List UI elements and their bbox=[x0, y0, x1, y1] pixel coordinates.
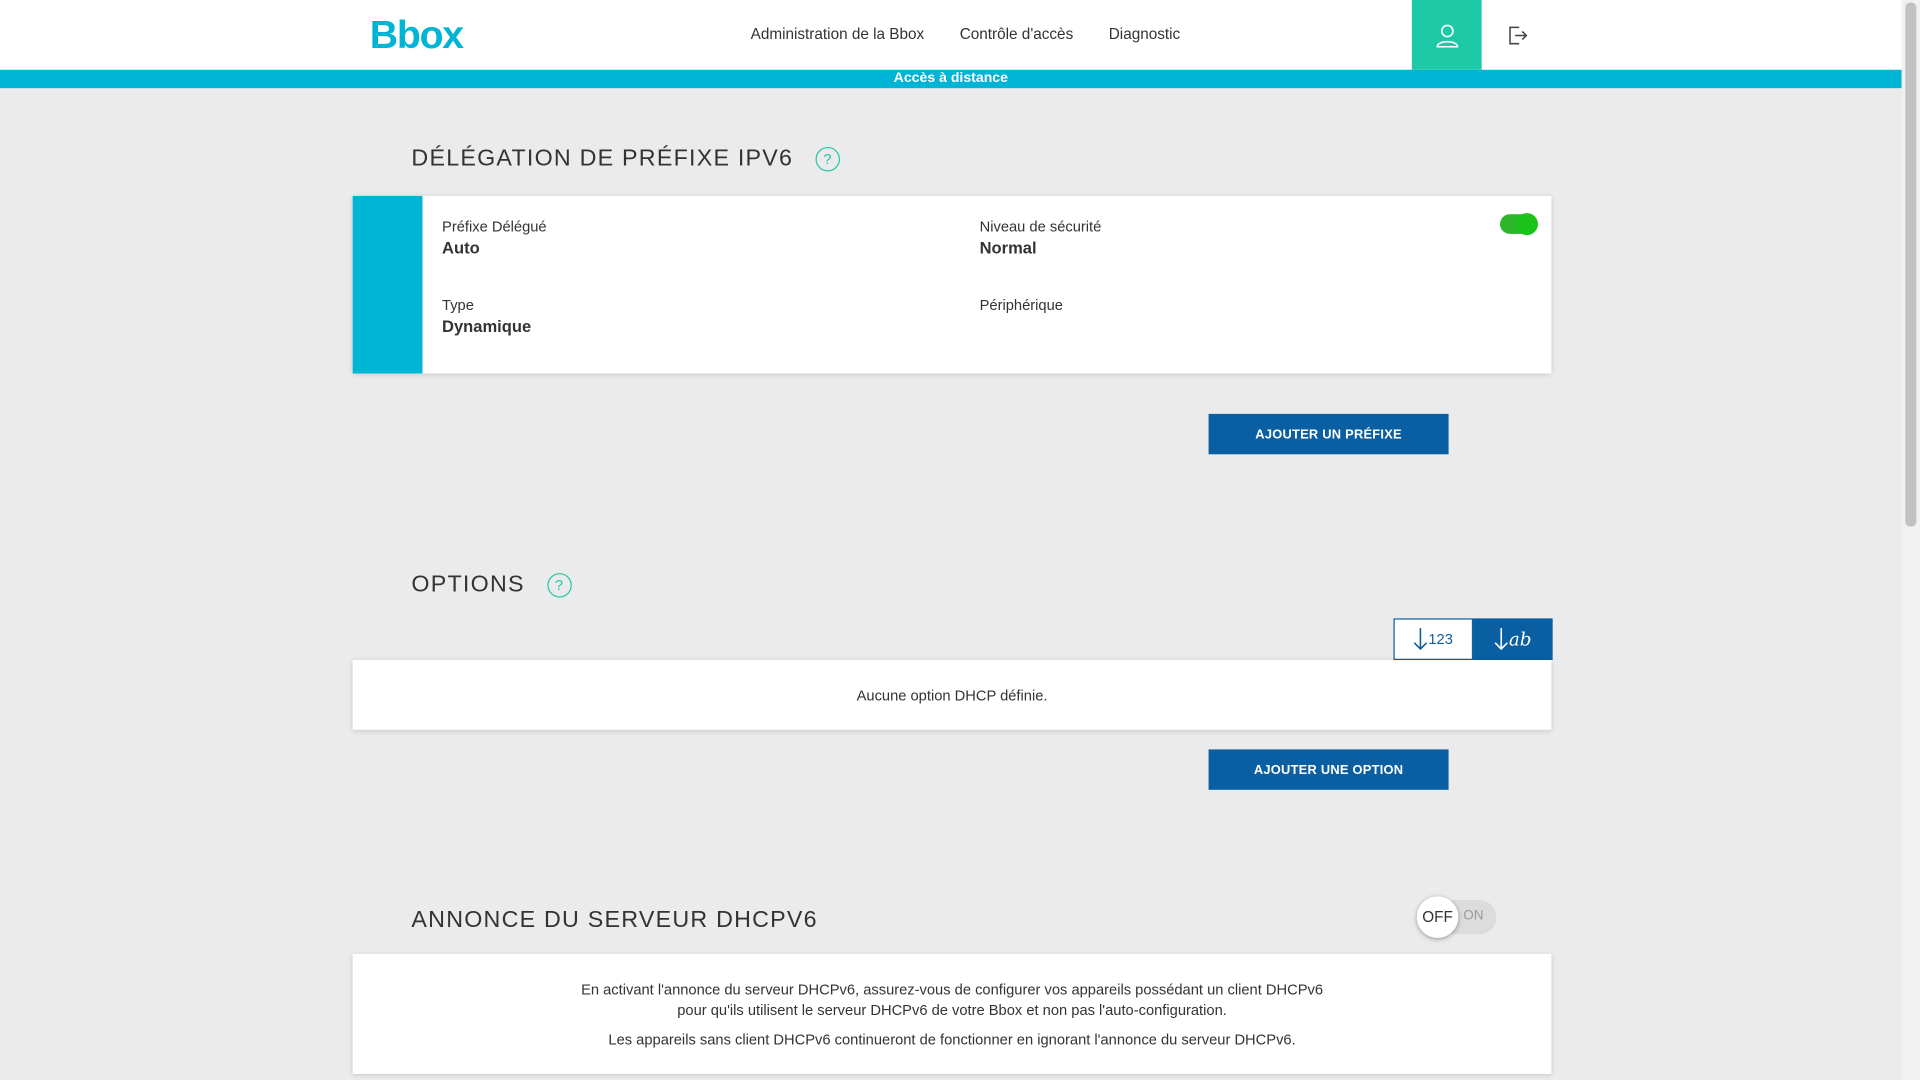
nav-access-control[interactable]: Contrôle d'accès bbox=[960, 26, 1074, 43]
remote-access-banner[interactable]: Accès à distance bbox=[0, 69, 1902, 89]
options-title: OPTIONS ? bbox=[411, 571, 572, 599]
bbox-logo[interactable]: Bbox bbox=[370, 12, 464, 57]
logout-icon bbox=[1508, 25, 1527, 44]
no-options-message: Aucune option DHCP définie. bbox=[856, 686, 1048, 704]
type-value: Dynamique bbox=[442, 317, 532, 336]
sort-down-arrow-icon bbox=[1414, 628, 1428, 651]
type-label: Type bbox=[442, 296, 474, 314]
delegation-title-text: DÉLÉGATION DE PRÉFIXE IPV6 bbox=[411, 145, 794, 172]
dhcp-title: ANNONCE DU SERVEUR DHCPV6 bbox=[411, 907, 817, 934]
page-scrollbar[interactable] bbox=[1901, 0, 1920, 1080]
options-title-text: OPTIONS bbox=[411, 571, 525, 598]
sort-numeric-button[interactable]: 123 bbox=[1393, 618, 1474, 661]
type-field: Type Dynamique bbox=[442, 296, 531, 335]
security-value: Normal bbox=[979, 238, 1037, 258]
security-field: Niveau de sécurité Normal bbox=[980, 218, 1102, 257]
sort-alpha-button[interactable]: ab bbox=[1473, 618, 1553, 661]
user-icon bbox=[1435, 24, 1458, 47]
options-card: Aucune option DHCP définie. bbox=[352, 660, 1552, 730]
dhcp-info-line-1: En activant l'annonce du serveur DHCPv6,… bbox=[581, 980, 1324, 998]
add-option-button[interactable]: AJOUTER UNE OPTION bbox=[1208, 749, 1449, 790]
dhcp-info-line-2: pour qu'ils utilisent le serveur DHCPv6 … bbox=[677, 1001, 1227, 1019]
sort-down-arrow-icon bbox=[1494, 628, 1509, 651]
prefix-value: Auto bbox=[442, 238, 480, 258]
main-nav: Administration de la Bbox Contrôle d'acc… bbox=[751, 26, 1216, 43]
toggle-knob: OFF bbox=[1416, 896, 1459, 938]
delegation-title: DÉLÉGATION DE PRÉFIXE IPV6 ? bbox=[411, 145, 840, 173]
device-label: Périphérique bbox=[979, 296, 1063, 314]
scrollbar-thumb[interactable] bbox=[1905, 2, 1917, 527]
sort-toggle-group: 123 ab bbox=[1393, 618, 1553, 661]
nav-diagnostic[interactable]: Diagnostic bbox=[1109, 26, 1180, 43]
help-icon[interactable]: ? bbox=[815, 146, 840, 172]
prefix-label: Préfixe Délégué bbox=[442, 217, 547, 236]
prefix-field: Préfixe Délégué Auto bbox=[442, 218, 547, 257]
toggle-knob bbox=[1515, 213, 1538, 236]
prefix-enable-toggle[interactable] bbox=[1500, 213, 1538, 236]
nav-administration[interactable]: Administration de la Bbox bbox=[751, 26, 925, 43]
device-field: Périphérique bbox=[980, 296, 1063, 317]
sort-alpha-label: ab bbox=[1508, 628, 1532, 651]
dhcp-info-card: En activant l'annonce du serveur DHCPv6,… bbox=[352, 953, 1552, 1074]
security-label: Niveau de sécurité bbox=[979, 217, 1102, 236]
toggle-on-label: ON bbox=[1463, 908, 1484, 924]
dhcp-announce-toggle[interactable]: ON OFF bbox=[1416, 896, 1497, 938]
prefix-card[interactable]: Préfixe Délégué Auto Niveau de sécurité … bbox=[352, 195, 1552, 374]
logout-button[interactable] bbox=[1482, 0, 1552, 70]
top-header: Bbox Administration de la Bbox Contrôle … bbox=[0, 0, 1902, 70]
user-button[interactable] bbox=[1411, 0, 1482, 70]
dhcp-info-line-3: Les appareils sans client DHCPv6 continu… bbox=[608, 1031, 1296, 1049]
add-prefix-button[interactable]: AJOUTER UN PRÉFIXE bbox=[1208, 413, 1449, 455]
prefix-card-accent bbox=[352, 195, 423, 374]
dhcp-title-text: ANNONCE DU SERVEUR DHCPV6 bbox=[411, 907, 818, 934]
sort-numeric-label: 123 bbox=[1428, 630, 1453, 648]
help-icon[interactable]: ? bbox=[546, 573, 572, 598]
